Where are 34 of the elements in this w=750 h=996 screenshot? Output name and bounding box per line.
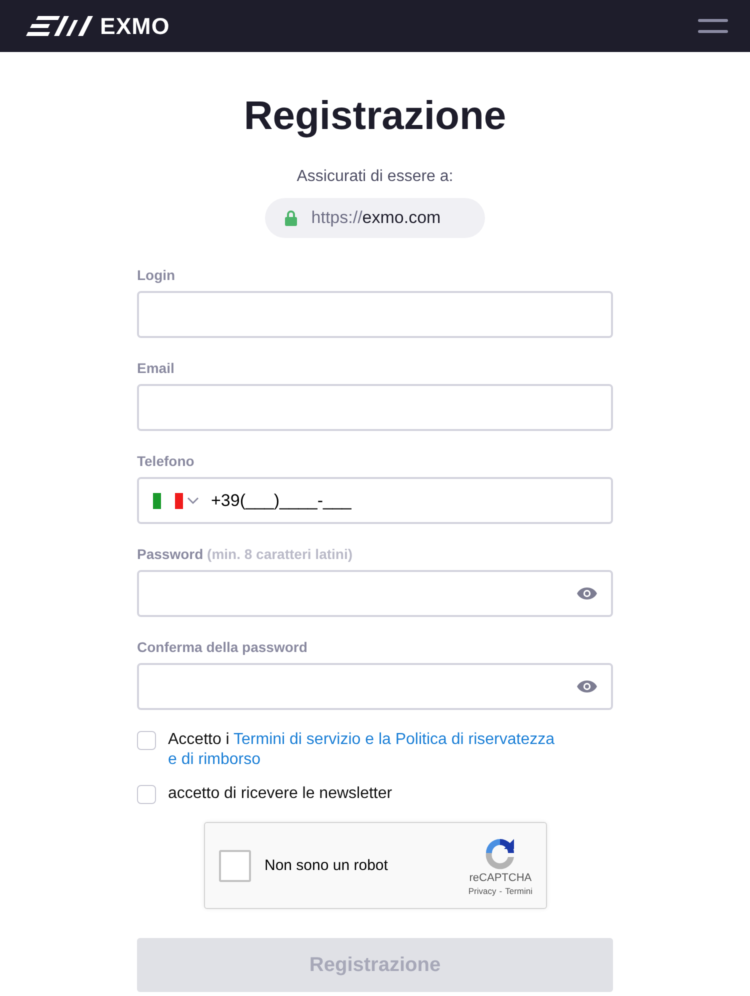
terms-link[interactable]: Termini (505, 886, 532, 896)
lock-icon (285, 210, 298, 226)
logo-text: EXMO (100, 12, 170, 40)
eye-icon[interactable] (577, 680, 597, 693)
field-label: Telefono (137, 453, 196, 470)
logo-icon (26, 14, 94, 38)
privacy-link[interactable]: Privacy (468, 886, 496, 896)
recaptcha-text: reCAPTCHA (469, 872, 532, 884)
field-label: Conferma della password (137, 639, 308, 656)
checkbox-label: accetto di ricevere le newsletter (168, 784, 392, 804)
eye-icon[interactable] (577, 587, 597, 600)
url-badge: https://exmo.com (265, 198, 485, 238)
security-notice: Assicurati di essere a: (296, 167, 454, 187)
page-title: Registrazione (242, 93, 508, 140)
phone-field[interactable]: +39(___)____-___ (137, 477, 613, 524)
phone-input[interactable]: +39(___)____-___ (211, 490, 597, 510)
checkbox[interactable] (137, 785, 156, 804)
terms-link[interactable]: e di rimborso (168, 751, 260, 768)
password-field[interactable] (137, 663, 613, 710)
field-label: Login (137, 267, 176, 284)
terms-link[interactable]: Termini di servizio e la Politica di riservatezza (234, 731, 555, 748)
field-label: Email (137, 360, 176, 377)
checkbox[interactable] (137, 731, 156, 750)
separator-text: - (499, 886, 502, 896)
field-label: Password (min. 8 caratteri latini) (137, 546, 354, 563)
input-field[interactable] (137, 291, 613, 338)
terms-sentence: Accetto i Termini di servizio e la Politica di riservatezza e di rimborso (168, 730, 555, 770)
menu-icon[interactable] (698, 18, 728, 34)
captcha-label: Non sono un robot (264, 857, 389, 874)
input-field[interactable] (137, 384, 613, 431)
chevron-down-icon[interactable] (187, 496, 199, 504)
flag-icon[interactable] (153, 492, 183, 508)
password-field[interactable] (137, 570, 613, 617)
captcha-checkbox[interactable] (218, 850, 250, 882)
